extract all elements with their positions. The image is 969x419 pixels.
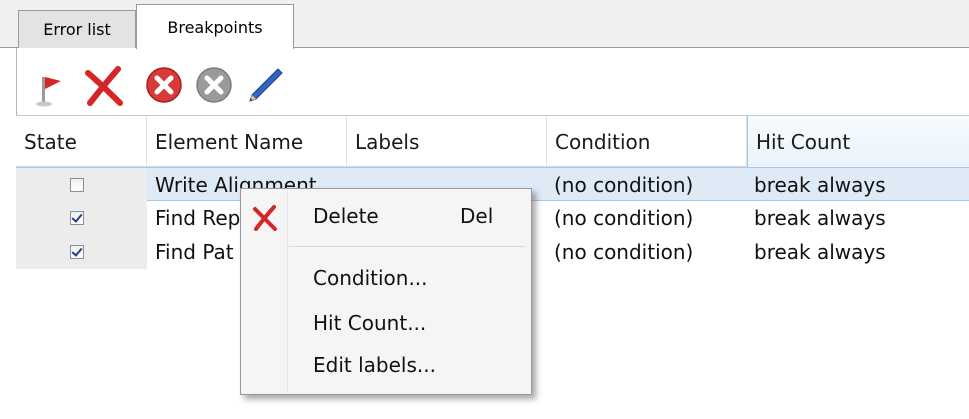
condition-cell: (no condition) — [554, 240, 694, 264]
context-menu: Delete Del Condition... Hit Count... Edi… — [240, 188, 532, 395]
state-cell — [16, 235, 147, 269]
tab-error-list-label: Error list — [43, 20, 111, 39]
table-header: State Element Name Labels Condition Hit … — [16, 115, 969, 168]
condition-cell: (no condition) — [554, 173, 694, 197]
edit-breakpoint-button[interactable] — [242, 60, 286, 110]
delete-x-icon — [85, 66, 123, 106]
enabled-checkbox[interactable] — [69, 245, 84, 259]
column-header-labels[interactable]: Labels — [347, 116, 547, 168]
hit-count-cell: break always — [754, 240, 886, 264]
menu-item-edit-labels-label: Edit labels... — [313, 353, 436, 377]
state-cell — [16, 201, 147, 235]
delete-all-icon — [146, 67, 182, 103]
menu-item-delete[interactable]: Delete Del — [243, 199, 529, 233]
state-cell — [16, 168, 147, 202]
delete-breakpoint-button[interactable] — [82, 60, 126, 110]
menu-item-delete-label: Delete — [313, 204, 379, 228]
tab-breakpoints-label: Breakpoints — [167, 17, 263, 37]
flag-icon — [36, 77, 61, 107]
column-header-hit-count[interactable]: Hit Count — [747, 116, 969, 168]
hit-count-cell: break always — [754, 206, 886, 230]
edit-pencil-icon — [249, 68, 283, 102]
tab-breakpoints[interactable]: Breakpoints — [136, 4, 294, 49]
column-header-state[interactable]: State — [16, 116, 147, 168]
menu-item-hit-count[interactable]: Hit Count... — [243, 306, 529, 340]
menu-item-delete-shortcut: Del — [460, 204, 494, 228]
menu-separator — [289, 246, 525, 247]
menu-item-edit-labels[interactable]: Edit labels... — [243, 348, 529, 382]
breakpoints-toolbar — [16, 52, 416, 114]
disable-all-breakpoints-button[interactable] — [192, 60, 236, 110]
delete-all-breakpoints-button[interactable] — [142, 60, 186, 110]
menu-item-condition-label: Condition... — [313, 266, 428, 290]
enabled-checkbox[interactable] — [69, 178, 84, 192]
column-header-element-name[interactable]: Element Name — [147, 116, 347, 168]
column-header-condition[interactable]: Condition — [547, 116, 747, 168]
menu-item-hit-count-label: Hit Count... — [313, 311, 427, 335]
hit-count-cell: break always — [754, 173, 886, 197]
add-breakpoint-button[interactable] — [28, 60, 72, 110]
condition-cell: (no condition) — [554, 206, 694, 230]
disable-all-icon — [196, 67, 232, 103]
menu-item-condition[interactable]: Condition... — [243, 261, 529, 295]
delete-x-icon — [253, 205, 277, 231]
tab-error-list[interactable]: Error list — [18, 10, 136, 48]
enabled-checkbox[interactable] — [69, 211, 84, 225]
